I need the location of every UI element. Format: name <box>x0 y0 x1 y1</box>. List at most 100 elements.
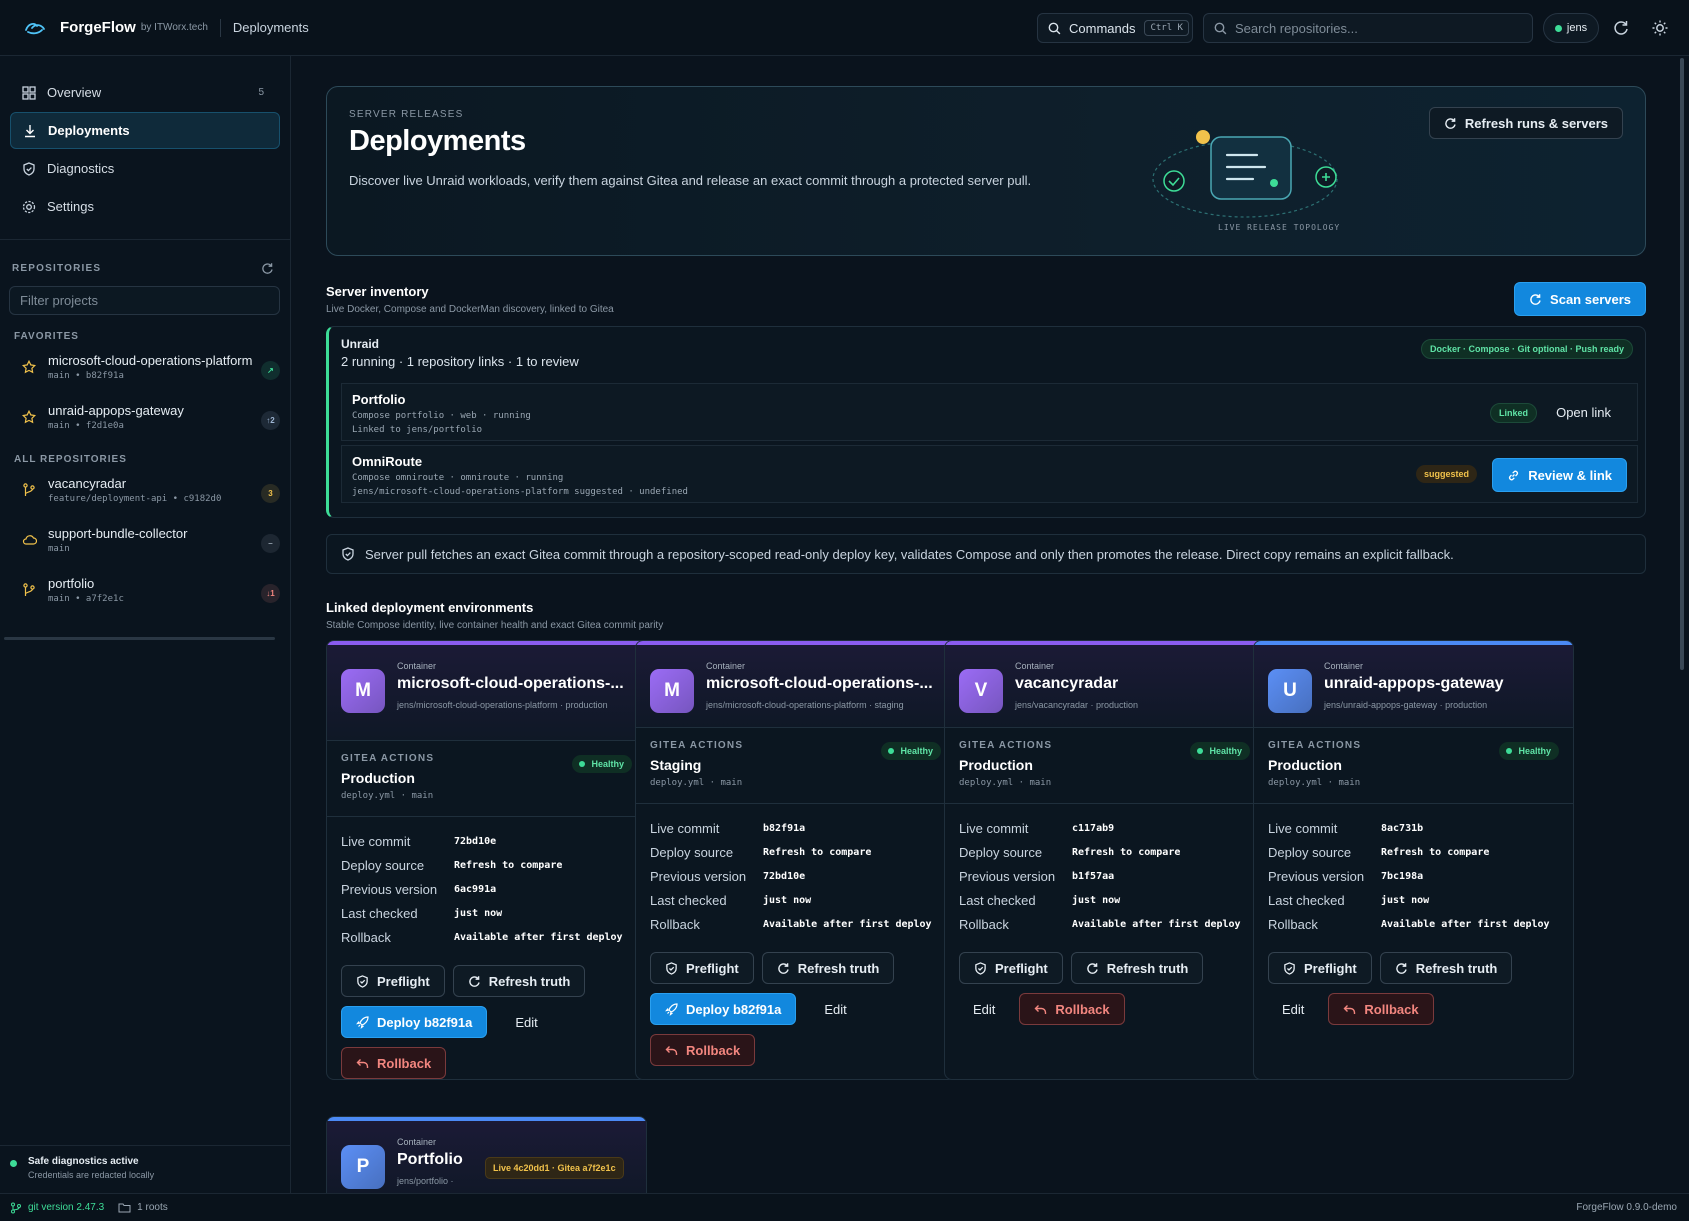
refresh-truth-button[interactable]: Refresh truth <box>452 965 586 997</box>
sidebar-item-deployments[interactable]: Deployments <box>10 112 280 149</box>
brand[interactable]: ForgeFlow by ITWorx.tech Deployments <box>24 18 309 37</box>
repo-item[interactable]: portfolio main • a7f2e1c ↓1 <box>0 569 290 619</box>
preflight-button[interactable]: Preflight <box>959 952 1063 984</box>
rollback-button[interactable]: Rollback <box>1019 993 1125 1025</box>
sidebar-item-label: Deployments <box>48 123 130 138</box>
detail-key: Rollback <box>650 916 700 932</box>
gitea-actions-label: GITEA ACTIONS <box>959 740 1053 751</box>
preflight-label: Preflight <box>1304 960 1357 976</box>
detail-row-rollback: Rollback Available after first deploy <box>959 912 1259 936</box>
git-version: git version 2.47.3 <box>28 1202 105 1213</box>
repo-item[interactable]: vacancyradar feature/deployment-api • c9… <box>0 469 290 519</box>
online-dot <box>1554 24 1562 32</box>
refresh-icon <box>1086 962 1098 974</box>
rollback-button[interactable]: Rollback <box>1328 993 1434 1025</box>
repo-item[interactable]: support-bundle-collector main – <box>0 519 290 569</box>
filter-projects-input[interactable]: Filter projects <box>9 286 280 315</box>
sidebar-item-diagnostics[interactable]: Diagnostics <box>10 150 280 187</box>
edit-button[interactable]: Edit <box>501 1006 551 1038</box>
detail-row-last-checked: Last checked just now <box>341 901 641 925</box>
repo-type-icon <box>22 583 36 600</box>
hero-description: Discover live Unraid workloads, verify t… <box>349 173 1032 188</box>
page-title: Deployments <box>349 125 526 157</box>
sidebar-scrollbar[interactable] <box>4 637 275 640</box>
detail-row-deploy-source: Deploy source Refresh to compare <box>341 853 641 877</box>
repo-item[interactable]: microsoft-cloud-operations-platform main… <box>0 346 290 396</box>
deploy-button[interactable]: Deploy b82f91a <box>650 993 797 1025</box>
repo-branch: main • f2d1e0a <box>48 421 124 431</box>
environment-card-portfolio[interactable]: P Container Portfolio jens/portfolio · L… <box>326 1116 647 1193</box>
refresh-truth-button[interactable]: Refresh truth <box>1379 952 1513 984</box>
edit-button[interactable]: Edit <box>1268 993 1318 1025</box>
main-scrollbar[interactable] <box>1680 58 1684 670</box>
rollback-button[interactable]: Rollback <box>341 1047 447 1079</box>
preflight-button[interactable]: Preflight <box>650 952 754 984</box>
rollback-label: Rollback <box>1055 1001 1110 1017</box>
refresh-runs-button[interactable]: Refresh runs & servers <box>1428 107 1623 139</box>
rollback-label: Rollback <box>1364 1001 1419 1017</box>
user-menu[interactable]: jens <box>1543 13 1599 43</box>
detail-value: 6ac991a <box>454 883 497 895</box>
card-actions-rollback: Rollback <box>650 1034 756 1066</box>
server-summary: 2 running · 1 repository links · 1 to re… <box>341 354 579 369</box>
refresh-icon[interactable] <box>261 262 274 275</box>
review-link-label: Review & link <box>1528 467 1612 483</box>
star-icon <box>21 409 37 424</box>
detail-key: Live commit <box>341 833 411 849</box>
container-name: microsoft-cloud-operations-... <box>397 675 624 692</box>
gitea-actions-label: GITEA ACTIONS <box>650 740 744 751</box>
deploy-label: Deploy b82f91a <box>686 1001 782 1017</box>
preflight-button[interactable]: Preflight <box>1268 952 1372 984</box>
rollback-button[interactable]: Rollback <box>650 1034 756 1066</box>
environment-card[interactable]: U Container unraid-appops-gateway jens/u… <box>1253 640 1574 1080</box>
theme-sun-icon[interactable] <box>1651 19 1669 37</box>
detail-row-rollback: Rollback Available after first deploy <box>1268 912 1568 936</box>
shield-check-icon <box>975 961 986 975</box>
repo-item[interactable]: unraid-appops-gateway main • f2d1e0a ↑2 <box>0 396 290 446</box>
deploy-button[interactable]: Deploy b82f91a <box>341 1006 488 1038</box>
environment-name: Production <box>959 757 1033 773</box>
server-card-unraid: Unraid 2 running · 1 repository links · … <box>326 326 1646 518</box>
detail-key: Last checked <box>650 892 727 908</box>
edit-button[interactable]: Edit <box>810 993 860 1025</box>
divider <box>1254 803 1573 804</box>
repo-type-icon <box>22 483 36 500</box>
open-link-button[interactable]: Open link <box>1542 396 1625 428</box>
health-label: Healthy <box>591 759 624 769</box>
sidebar-item-settings[interactable]: Settings <box>10 188 280 225</box>
refresh-icon[interactable] <box>1612 19 1630 37</box>
environment-card[interactable]: V Container vacancyradar jens/vacancyrad… <box>944 640 1265 1080</box>
review-link-button[interactable]: Review & link <box>1492 458 1627 492</box>
health-label: Healthy <box>900 746 933 756</box>
gitea-actions-label: GITEA ACTIONS <box>1268 740 1362 751</box>
avatar: M <box>650 669 694 713</box>
detail-value: Available after first deploy <box>454 931 623 943</box>
refresh-icon <box>468 975 480 987</box>
workload-meta: Compose omniroute · omniroute · running <box>352 473 564 483</box>
card-actions-secondary: Edit Rollback <box>959 993 1125 1025</box>
server-inventory-subtitle: Live Docker, Compose and DockerMan disco… <box>326 304 614 315</box>
card-actions-primary: Preflight Refresh truth <box>1268 952 1513 984</box>
search-input[interactable]: Search repositories... <box>1203 13 1533 43</box>
gear-icon <box>22 200 36 213</box>
scan-servers-button[interactable]: Scan servers <box>1514 282 1646 316</box>
environment-card[interactable]: M Container microsoft-cloud-operations-.… <box>326 640 647 1080</box>
refresh-truth-button[interactable]: Refresh truth <box>1070 952 1204 984</box>
sidebar-item-label: Settings <box>47 199 94 214</box>
detail-value: Available after first deploy <box>1072 918 1241 930</box>
sidebar-item-label: Overview <box>47 85 102 100</box>
server-pull-note: Server pull fetches an exact Gitea commi… <box>326 534 1646 574</box>
environment-card[interactable]: M Container microsoft-cloud-operations-.… <box>635 640 956 1080</box>
detail-value: Available after first deploy <box>763 918 932 930</box>
rocket-icon <box>665 1002 678 1016</box>
repo-branch: feature/deployment-api • c9182d0 <box>48 494 222 504</box>
sidebar-item-overview[interactable]: Overview 5 <box>10 74 280 111</box>
workload-meta: Compose portfolio · web · running <box>352 411 531 421</box>
hero-panel: SERVER RELEASES Deployments Discover liv… <box>326 86 1646 256</box>
edit-button[interactable]: Edit <box>959 993 1009 1025</box>
refresh-truth-button[interactable]: Refresh truth <box>761 952 895 984</box>
commands-button[interactable]: Commands Ctrl K <box>1037 13 1193 43</box>
git-branch-icon <box>11 1202 21 1213</box>
preflight-button[interactable]: Preflight <box>341 965 445 997</box>
repo-type-icon <box>21 409 37 427</box>
